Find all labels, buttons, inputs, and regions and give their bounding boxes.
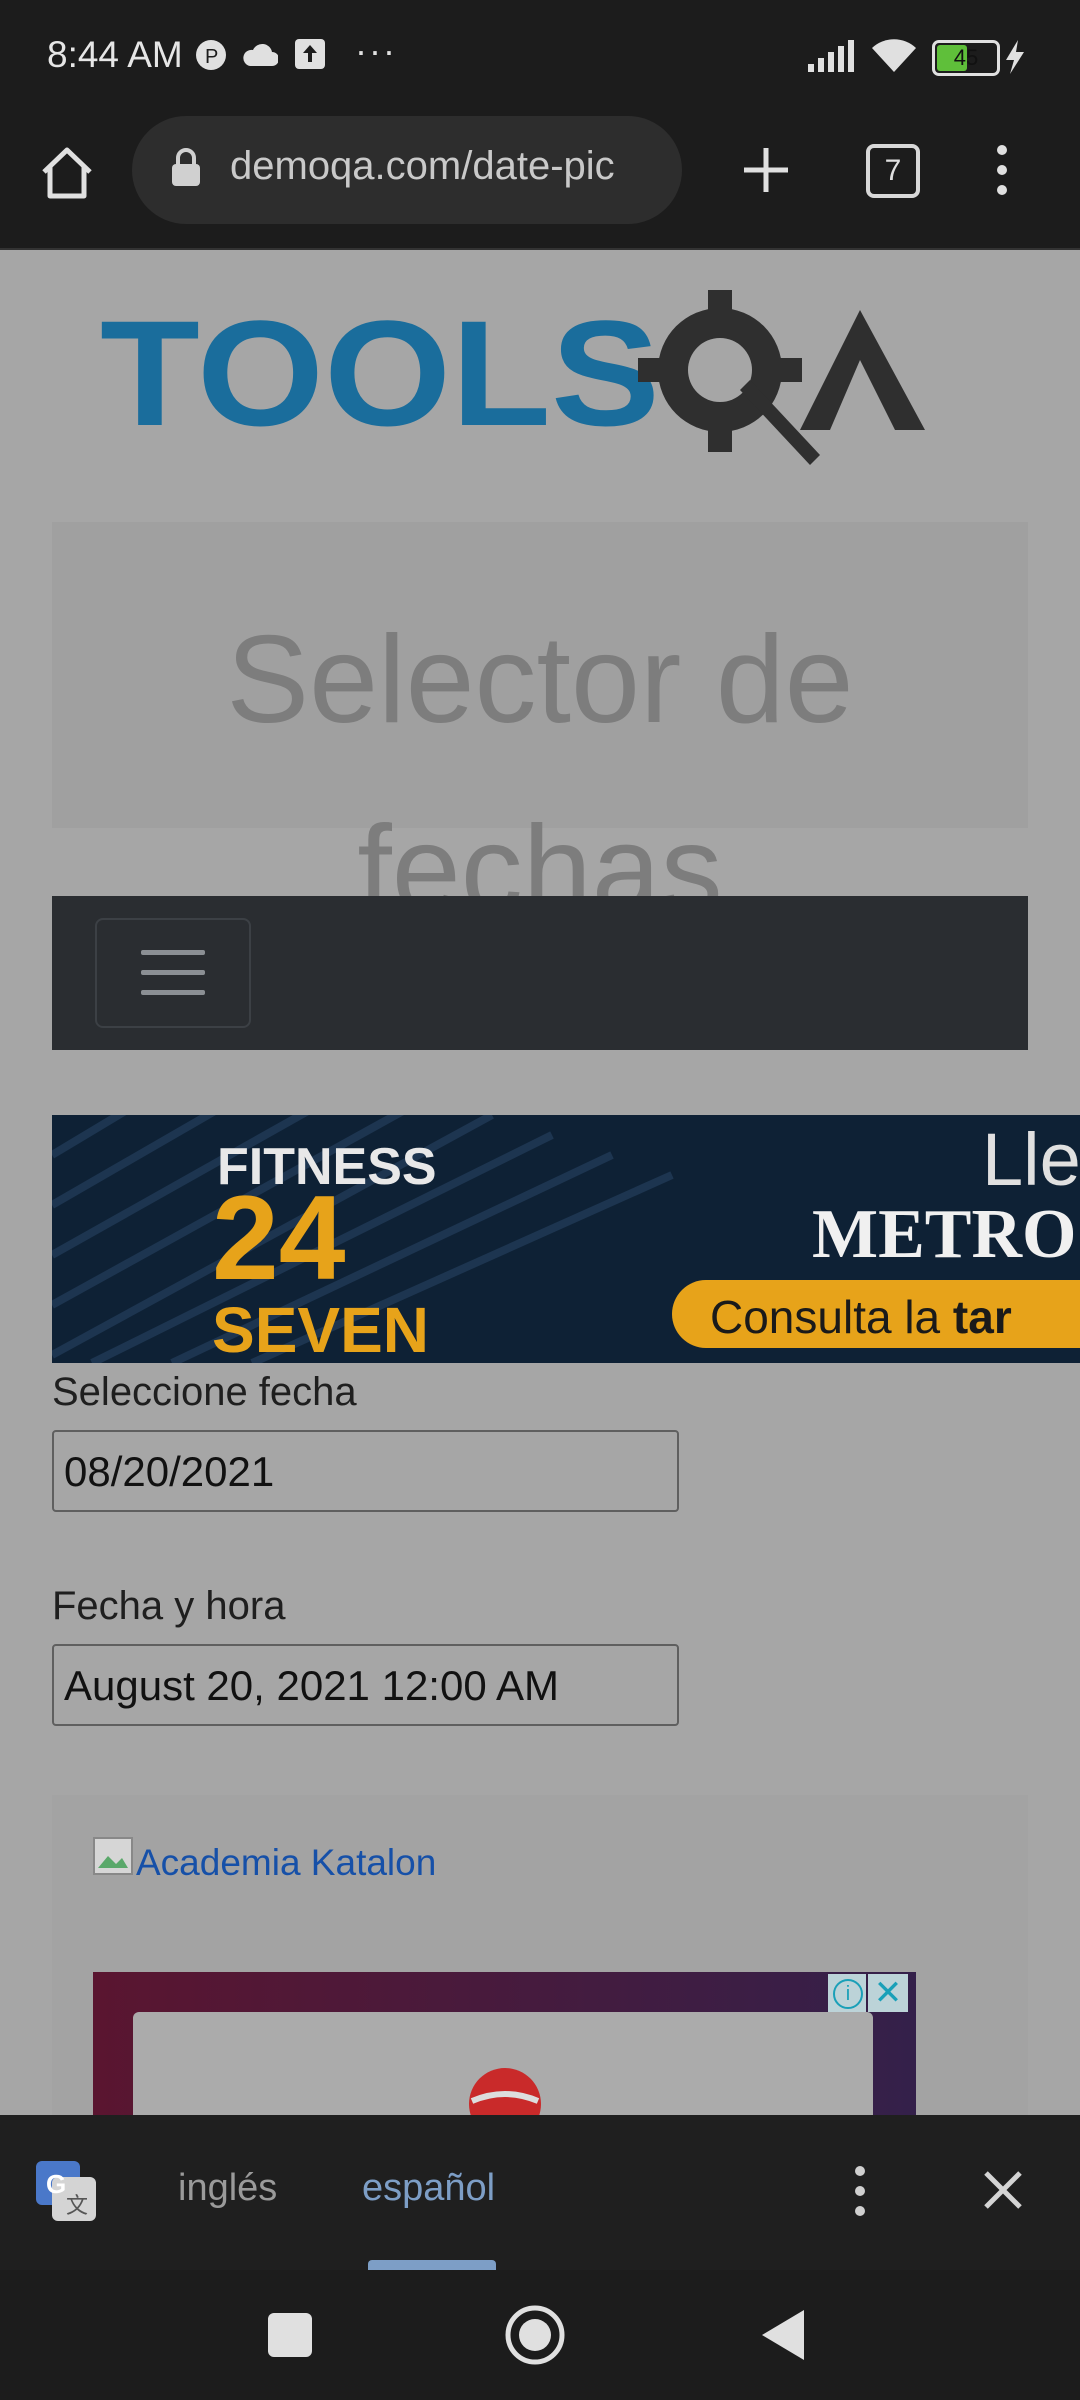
- ad-brand-line3: SEVEN: [212, 1294, 429, 1363]
- cloud-icon: [243, 43, 278, 66]
- ad-close-icon[interactable]: ✕: [868, 1974, 908, 2012]
- translate-close-icon[interactable]: [982, 2169, 1024, 2211]
- ad-brand-line2: 24: [212, 1171, 346, 1305]
- status-bar: 8:44 AM P ··· 45: [0, 0, 1080, 116]
- url-text[interactable]: demoqa.com/date-pic: [230, 144, 665, 189]
- broken-image-icon: [93, 1837, 133, 1875]
- status-time: 8:44 AM: [47, 34, 183, 75]
- browser-menu-icon[interactable]: [992, 140, 1012, 200]
- date-time-label: Fecha y hora: [52, 1584, 286, 1628]
- ad-headline: Lle: [982, 1118, 1080, 1201]
- home-icon[interactable]: [38, 144, 96, 200]
- system-navigation-bar: [0, 2270, 1080, 2400]
- ad-logo-icon: [469, 2068, 541, 2115]
- svg-text:文: 文: [66, 2193, 88, 2218]
- back-button[interactable]: [760, 2308, 806, 2362]
- browser-toolbar: demoqa.com/date-pic 7: [0, 116, 1080, 250]
- date-time-input[interactable]: August 20, 2021 12:00 AM: [52, 1644, 679, 1726]
- lock-icon: [172, 148, 200, 186]
- wifi-icon: [872, 39, 916, 72]
- ad-cta-bold: tar: [952, 1291, 1012, 1343]
- toolsqa-logo[interactable]: TOOLS: [100, 290, 990, 490]
- charging-icon: [1006, 40, 1024, 74]
- advertisement-box[interactable]: i ✕: [93, 1972, 916, 2115]
- svg-text:P: P: [205, 46, 218, 68]
- select-date-value: 08/20/2021: [64, 1448, 275, 1495]
- upload-icon: [295, 39, 325, 69]
- more-dots-icon: ···: [355, 30, 397, 71]
- notification-p-icon: P: [196, 40, 226, 70]
- ad-cta-button[interactable]: Consulta la tar: [672, 1280, 1080, 1348]
- selected-language-indicator: [368, 2260, 496, 2270]
- new-tab-plus-icon[interactable]: [740, 144, 792, 196]
- signal-icon: [808, 40, 854, 72]
- battery-level: 45: [953, 45, 979, 70]
- svg-text:G: G: [46, 2169, 66, 2199]
- katalon-academy-link[interactable]: Academia Katalon: [136, 1842, 436, 1884]
- battery-icon: 45: [932, 40, 1000, 76]
- tab-switcher-button[interactable]: 7: [866, 144, 920, 198]
- translate-menu-icon[interactable]: [850, 2163, 870, 2219]
- menu-toggle-button[interactable]: [95, 918, 251, 1028]
- select-date-label: Seleccione fecha: [52, 1370, 357, 1414]
- translate-bar: G 文 inglés español: [0, 2115, 1080, 2270]
- web-page: TOOLS Selector de fechas FITNESS 24 SEVE…: [0, 250, 1080, 2115]
- svg-text:TOOLS: TOOLS: [100, 290, 660, 457]
- recents-button[interactable]: [268, 2313, 312, 2357]
- select-date-input[interactable]: 08/20/2021: [52, 1430, 679, 1512]
- advertisement-banner[interactable]: FITNESS 24 SEVEN Lle METRO Consulta la t…: [52, 1115, 1080, 1363]
- site-navbar: [52, 896, 1028, 1050]
- home-button[interactable]: [504, 2304, 566, 2366]
- ad-info-icon[interactable]: i: [828, 1974, 866, 2012]
- ad-cta-text: Consulta la: [710, 1291, 953, 1343]
- google-translate-icon: G 文: [36, 2161, 96, 2221]
- ad-subline: METRO: [812, 1196, 1077, 1273]
- translate-source-language[interactable]: inglés: [178, 2167, 277, 2210]
- date-time-value: August 20, 2021 12:00 AM: [64, 1662, 560, 1709]
- translate-target-language[interactable]: español: [362, 2167, 495, 2210]
